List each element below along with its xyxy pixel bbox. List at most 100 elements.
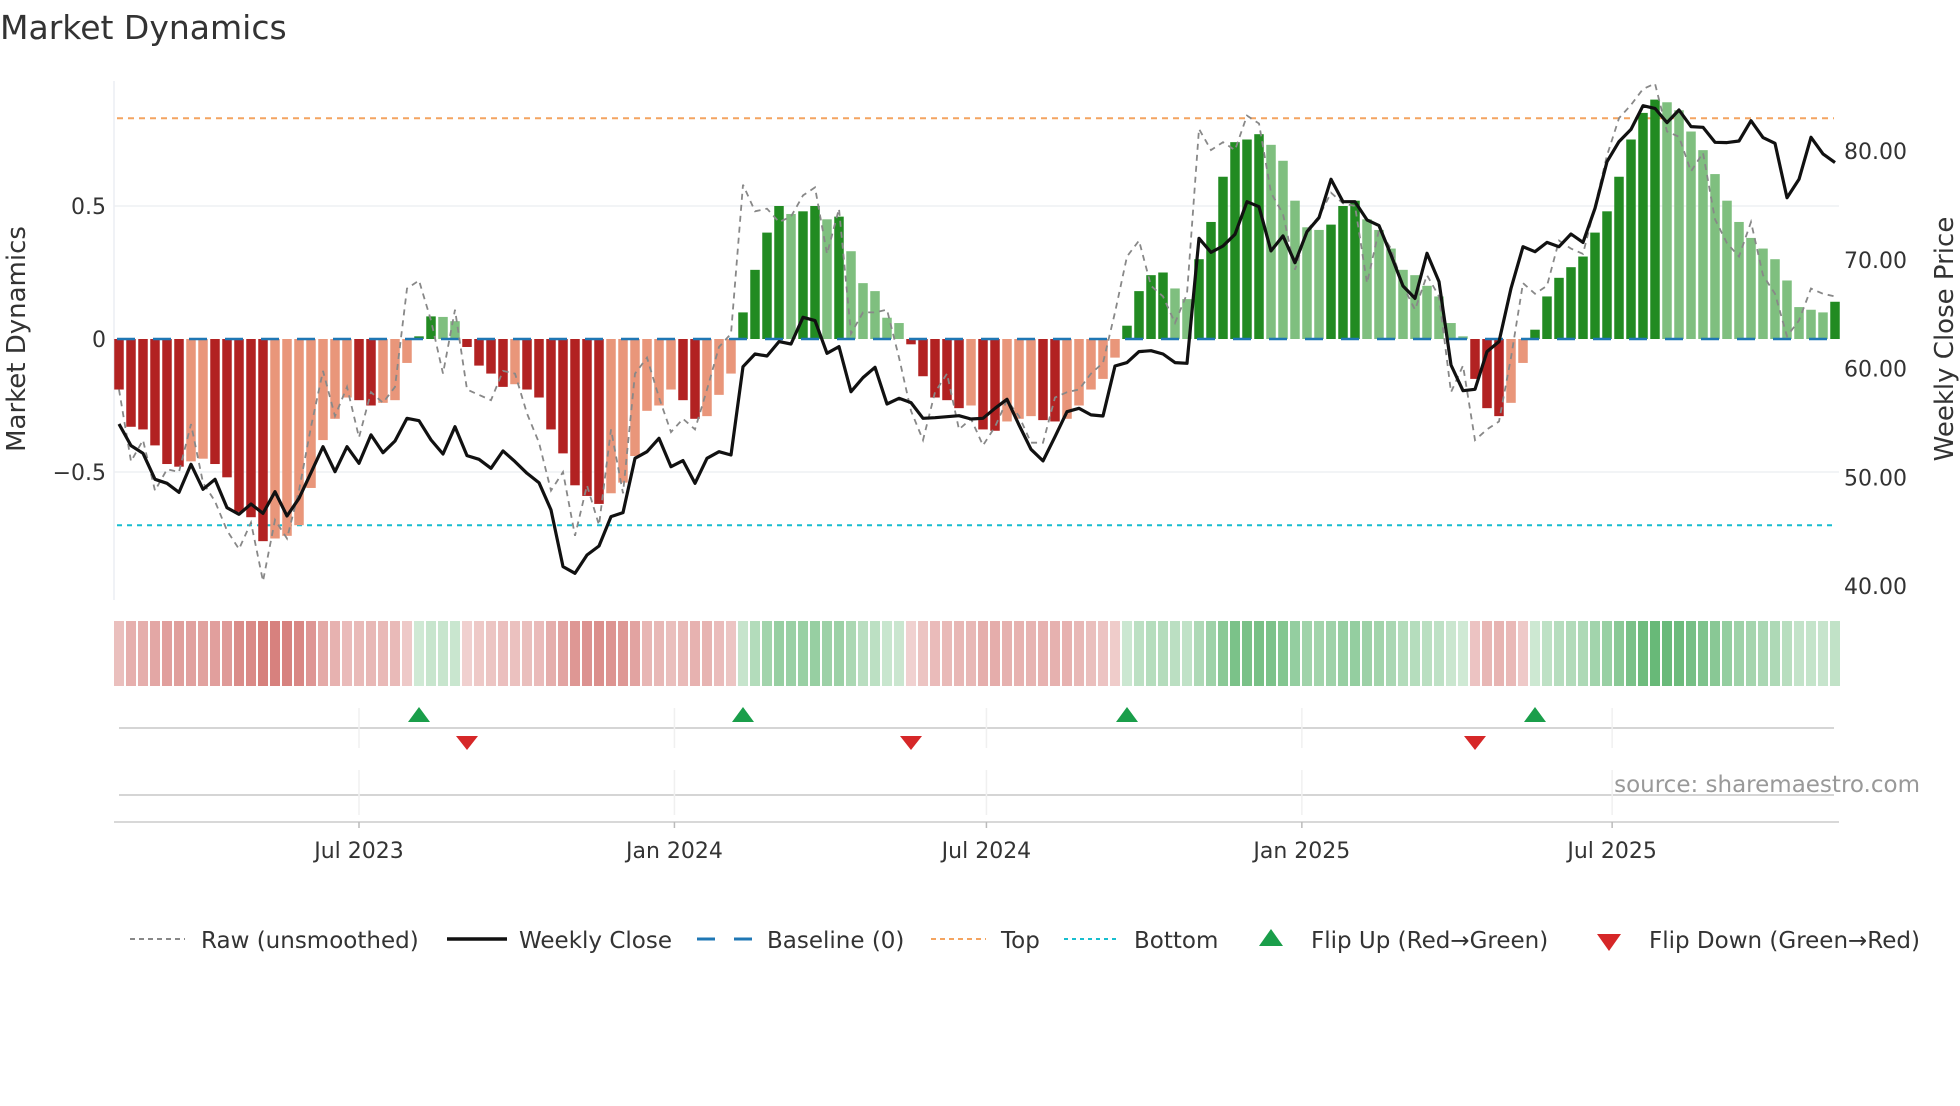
bar xyxy=(198,339,208,459)
heat-cell xyxy=(354,621,364,686)
bar xyxy=(1314,229,1324,339)
bar xyxy=(882,317,892,339)
heat-cell xyxy=(270,621,280,686)
heat-cell xyxy=(1170,621,1180,686)
heat-cell xyxy=(246,621,256,686)
bar xyxy=(510,339,520,385)
heat-cell xyxy=(1110,621,1120,686)
heat-cell xyxy=(726,621,736,686)
bar xyxy=(234,339,244,512)
bar xyxy=(1146,275,1156,339)
heat-cell xyxy=(810,621,820,686)
bar xyxy=(138,339,148,430)
heat-cell xyxy=(1386,621,1396,686)
y-tick-label: 0 xyxy=(92,328,106,353)
heat-cell xyxy=(1578,621,1588,686)
heat-cell xyxy=(954,621,964,686)
legend-close-label: Weekly Close xyxy=(519,928,672,954)
heat-cell xyxy=(318,621,328,686)
heat-cell xyxy=(282,621,292,686)
y2-tick-label: 80.00 xyxy=(1844,140,1907,165)
heat-cell xyxy=(258,621,268,686)
y-ticks: 0.5 0 −0.5 xyxy=(53,195,106,486)
heat-cell xyxy=(582,621,592,686)
bar xyxy=(1338,206,1348,339)
y2-ticks: 80.00 70.00 60.00 50.00 40.00 xyxy=(1844,140,1907,600)
bar xyxy=(762,232,772,339)
heat-cell xyxy=(966,621,976,686)
bar xyxy=(402,339,412,363)
heat-cell xyxy=(486,621,496,686)
flip-down-icon xyxy=(900,736,922,750)
bar xyxy=(666,339,676,390)
heat-cell xyxy=(750,621,760,686)
heat-cell xyxy=(1242,621,1252,686)
heat-cell xyxy=(990,621,1000,686)
heat-cell xyxy=(1638,621,1648,686)
heat-cell xyxy=(1398,621,1408,686)
heat-cell xyxy=(1446,621,1456,686)
bar xyxy=(630,339,640,457)
heat-cell xyxy=(234,621,244,686)
heat-cell xyxy=(606,621,616,686)
heat-cell xyxy=(114,621,124,686)
heat-cell xyxy=(1266,621,1276,686)
legend-raw-label: Raw (unsmoothed) xyxy=(201,928,419,954)
bar xyxy=(1590,232,1600,339)
heat-cell xyxy=(738,621,748,686)
bar xyxy=(126,339,136,427)
flip-up-icon xyxy=(732,707,754,722)
flip-down-icon xyxy=(456,736,478,750)
market-dynamics-chart: Market Dynamics Market Dynamics Weekly C… xyxy=(0,8,1960,954)
heat-cell xyxy=(762,621,772,686)
bar xyxy=(1530,329,1540,339)
bar xyxy=(594,339,604,504)
bar xyxy=(1038,339,1048,421)
heat-cell xyxy=(1122,621,1132,686)
heat-cell xyxy=(126,621,136,686)
bar xyxy=(546,339,556,430)
heat-cell xyxy=(630,621,640,686)
heat-cell xyxy=(1374,621,1384,686)
heat-cell xyxy=(1830,621,1840,686)
heat-cell xyxy=(1770,621,1780,686)
heat-cell xyxy=(858,621,868,686)
heat-cell xyxy=(1014,621,1024,686)
bar xyxy=(1206,221,1216,339)
legend-flip-down-label: Flip Down (Green→Red) xyxy=(1649,928,1920,954)
x-tick-label: Jul 2025 xyxy=(1565,839,1657,864)
bar xyxy=(1806,309,1816,339)
legend-top-label: Top xyxy=(1000,928,1040,954)
bar xyxy=(1470,339,1480,379)
legend-baseline-label: Baseline (0) xyxy=(767,928,904,954)
bar xyxy=(150,339,160,446)
heat-cell xyxy=(1254,621,1264,686)
bar xyxy=(210,339,220,465)
flip-up-icon xyxy=(1524,707,1546,722)
bar xyxy=(522,339,532,390)
heat-cell xyxy=(1206,621,1216,686)
heat-cell xyxy=(306,621,316,686)
y2-tick-label: 60.00 xyxy=(1844,358,1907,383)
heat-cell xyxy=(798,621,808,686)
bar xyxy=(654,339,664,406)
chart-title: Market Dynamics xyxy=(0,8,287,47)
bar xyxy=(534,339,544,398)
flip-up-icon xyxy=(1116,707,1138,722)
heat-cell xyxy=(1002,621,1012,686)
bar xyxy=(558,339,568,454)
heat-cell xyxy=(1146,621,1156,686)
heat-cell xyxy=(1542,621,1552,686)
bar xyxy=(990,339,1000,431)
heat-cell xyxy=(510,621,520,686)
heat-cell xyxy=(210,621,220,686)
heat-cell xyxy=(1506,621,1516,686)
heat-cell xyxy=(1458,621,1468,686)
heat-cell xyxy=(978,621,988,686)
bar xyxy=(1518,339,1528,363)
y-tick-label: −0.5 xyxy=(53,461,106,486)
heat-cell xyxy=(378,621,388,686)
y2-tick-label: 50.00 xyxy=(1844,466,1907,491)
bar xyxy=(1746,237,1756,339)
x-tick-label: Jul 2024 xyxy=(940,839,1032,864)
